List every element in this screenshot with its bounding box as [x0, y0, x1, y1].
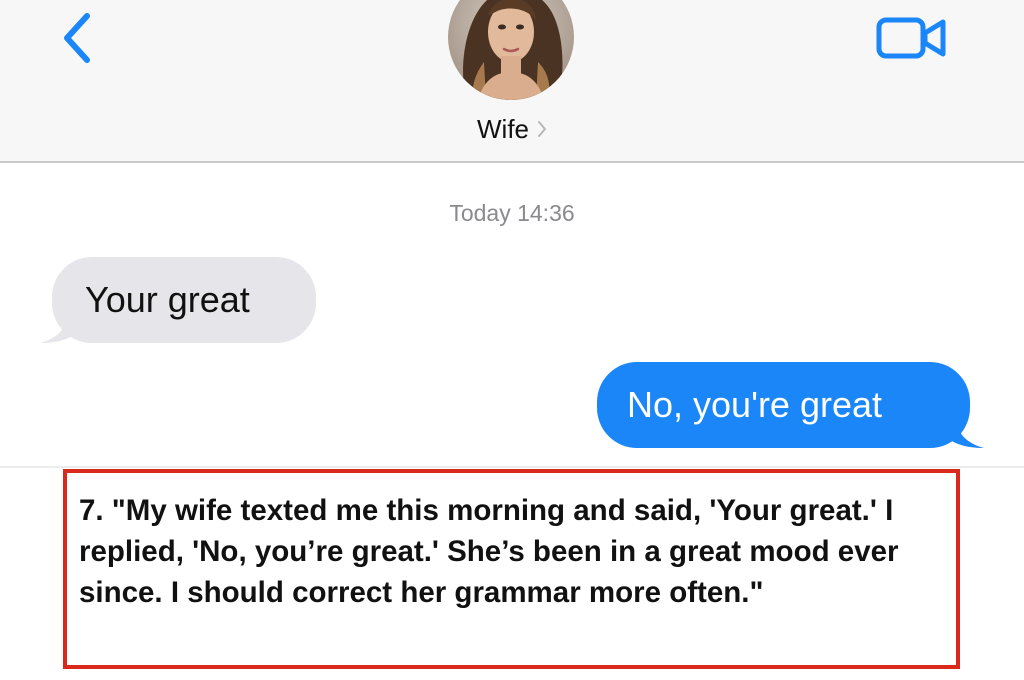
chevron-right-icon [538, 121, 546, 137]
divider [0, 466, 1024, 468]
facetime-video-button[interactable] [872, 10, 952, 66]
contact-name-button[interactable]: Wife [452, 112, 572, 146]
chevron-left-icon [64, 13, 90, 63]
incoming-message-text: Your great [85, 279, 250, 320]
caption-box: 7. "My wife texted me this morning and s… [63, 469, 960, 669]
incoming-message-bubble[interactable]: Your great [52, 257, 316, 343]
conversation-header: Wife [0, 0, 1024, 163]
avatar-photo [448, 0, 574, 100]
screenshot: Wife Today 14:36 Your great No, you're g… [0, 0, 1024, 680]
outgoing-message-bubble[interactable]: No, you're great [597, 362, 970, 448]
contact-avatar[interactable] [448, 0, 574, 100]
message-timestamp: Today 14:36 [449, 200, 575, 226]
contact-name: Wife [477, 113, 529, 144]
video-camera-icon [876, 17, 946, 59]
outgoing-message-text: No, you're great [627, 384, 883, 425]
back-button[interactable] [52, 8, 102, 68]
caption-text: 7. "My wife texted me this morning and s… [79, 494, 899, 609]
